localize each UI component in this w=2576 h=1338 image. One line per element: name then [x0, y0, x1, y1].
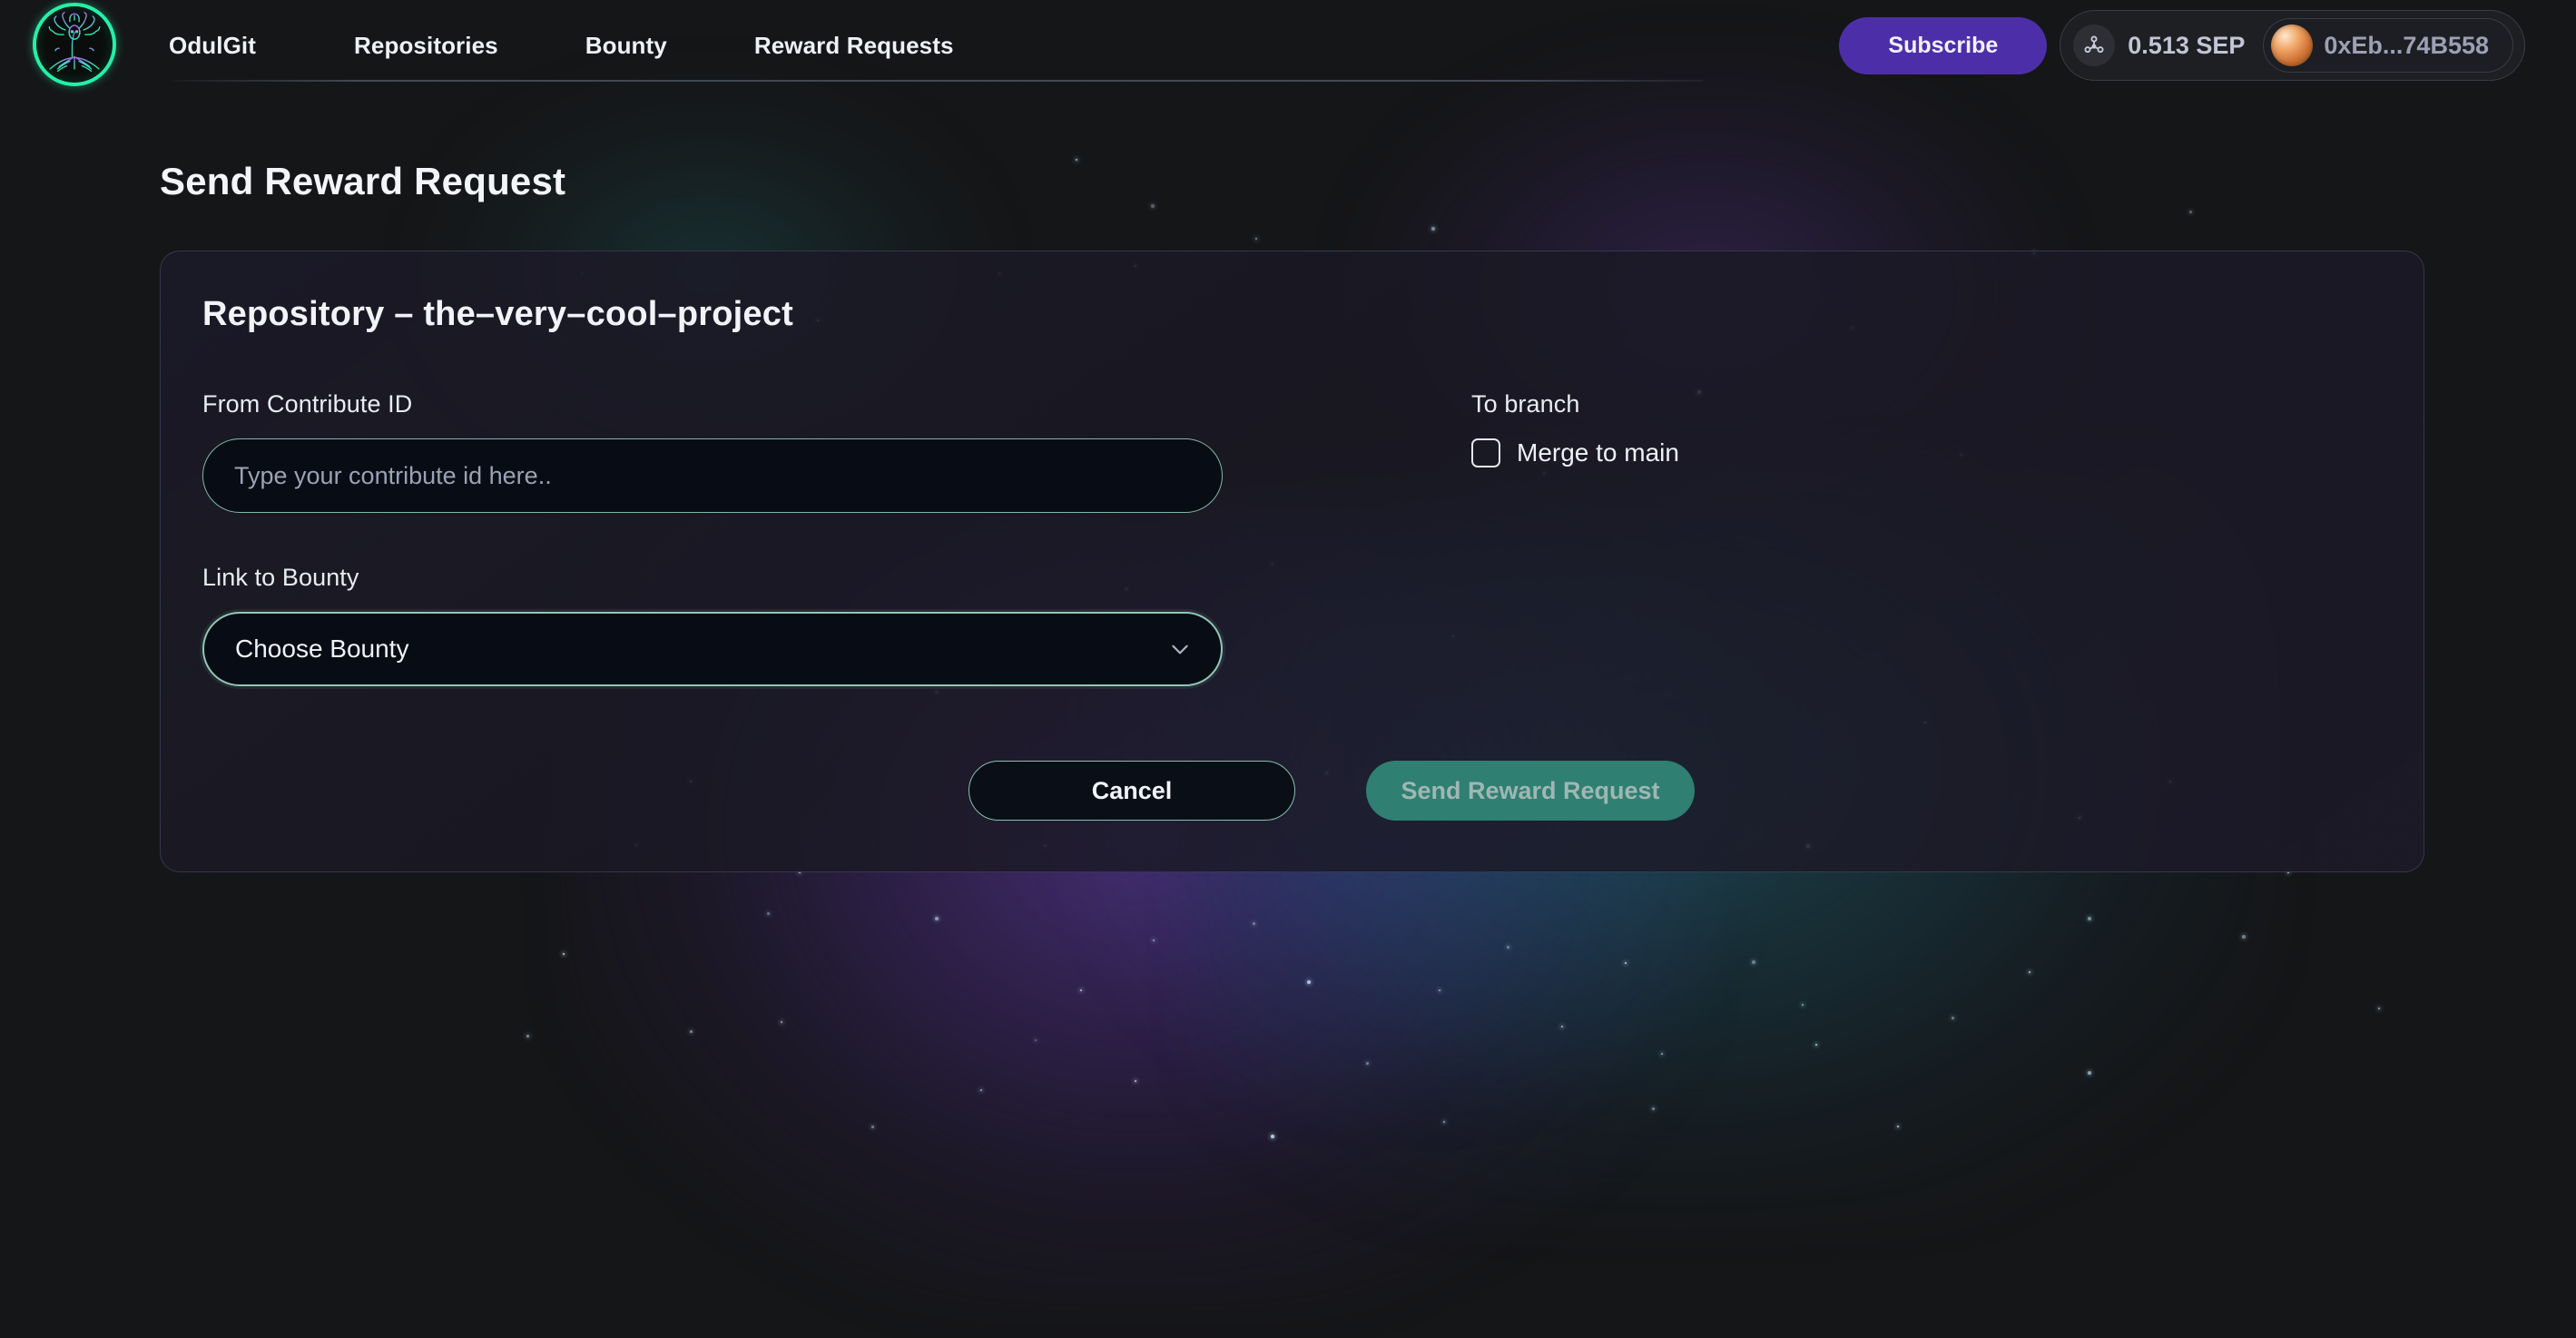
avatar: [2271, 25, 2314, 66]
main-content: Send Reward Request Repository – the–ver…: [0, 160, 2576, 872]
reward-request-card: Repository – the–very–cool–project From …: [160, 251, 2424, 872]
contribute-id-input[interactable]: [202, 438, 1223, 513]
bounty-select-value: Choose Bounty: [235, 635, 409, 663]
page-title: Send Reward Request: [160, 160, 566, 202]
top-header: OdulGit Repositories Bounty Reward Reque…: [0, 0, 2576, 91]
card-title: Repository – the–very–cool–project: [202, 295, 793, 333]
nav-item-bounty[interactable]: Bounty: [542, 0, 711, 91]
bounty-select[interactable]: Choose Bounty: [202, 612, 1223, 686]
merge-to-main-label: Merge to main: [1517, 438, 1679, 467]
to-branch-label: To branch: [1471, 390, 1580, 418]
send-reward-request-button[interactable]: Send Reward Request: [1366, 761, 1695, 821]
token-balance: 0.513 SEP: [2128, 31, 2246, 59]
merge-to-main-checkbox[interactable]: [1471, 438, 1500, 467]
field-contribute-id: From Contribute ID: [202, 390, 1290, 513]
primary-nav: OdulGit Repositories Bounty Reward Reque…: [169, 0, 998, 91]
wallet-address-button[interactable]: 0xEb...74B558: [2263, 18, 2513, 73]
form-actions: Cancel Send Reward Request: [201, 761, 2384, 821]
field-link-to-bounty: Link to Bounty Choose Bounty: [202, 564, 1290, 686]
nav-item-repositories[interactable]: Repositories: [310, 0, 542, 91]
form-column-left: From Contribute ID Link to Bounty Choose…: [201, 390, 1290, 686]
cancel-button[interactable]: Cancel: [968, 761, 1295, 821]
form-column-right: To branch Merge to main: [1290, 390, 1679, 686]
subscribe-button[interactable]: Subscribe: [1839, 16, 2048, 74]
odulgit-logo-icon[interactable]: [33, 3, 116, 86]
nav-item-reward-requests[interactable]: Reward Requests: [711, 0, 998, 91]
nav-item-odulgit[interactable]: OdulGit: [169, 0, 310, 91]
header-actions: Subscribe 0.513 SEP 0xEb...74B558: [1839, 10, 2543, 81]
network-node-icon: [2073, 25, 2116, 66]
wallet-pill[interactable]: 0.513 SEP 0xEb...74B558: [2060, 10, 2525, 81]
form-grid: From Contribute ID Link to Bounty Choose…: [201, 390, 2384, 686]
wallet-address-label: 0xEb...74B558: [2324, 31, 2489, 59]
contribute-id-label: From Contribute ID: [202, 390, 413, 418]
merge-to-main-row[interactable]: Merge to main: [1471, 438, 1679, 467]
app-root: OdulGit Repositories Bounty Reward Reque…: [0, 0, 2576, 1338]
link-to-bounty-label: Link to Bounty: [202, 564, 359, 591]
